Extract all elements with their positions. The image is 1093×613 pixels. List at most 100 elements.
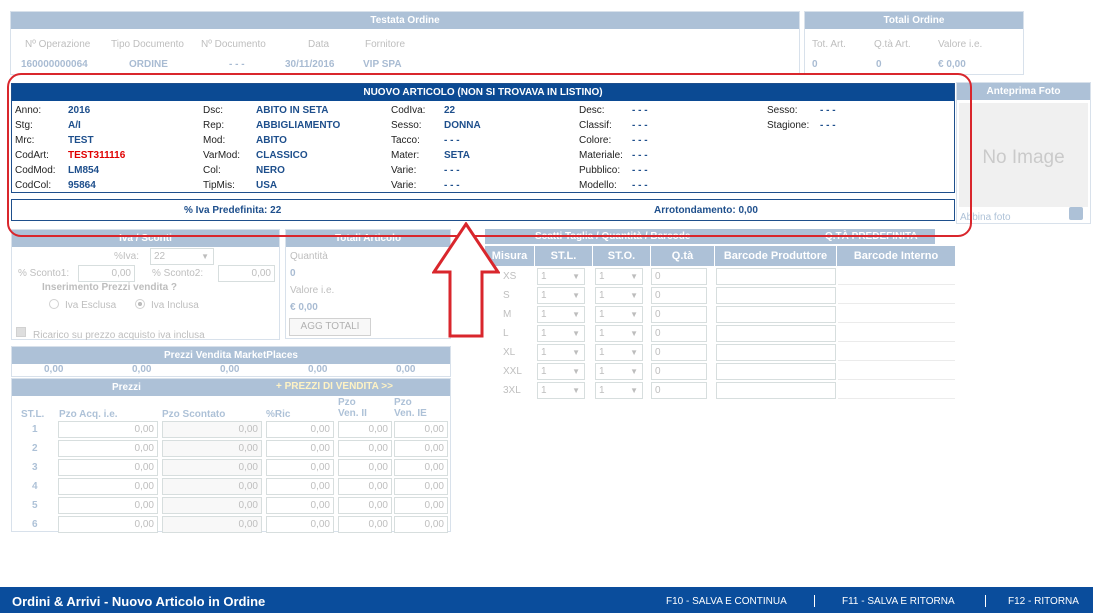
prezzi-title-text: Prezzi — [112, 382, 141, 393]
taglia-stl-value: 1 — [541, 290, 547, 301]
taglie-header: ST.L. — [535, 246, 592, 266]
quantita-value: 0 — [290, 268, 296, 279]
barcode-produttore-input[interactable] — [716, 363, 836, 380]
prezzi-input[interactable]: 0,00 — [162, 440, 262, 457]
taglia-sto-select[interactable]: 1 ▼ — [595, 268, 643, 285]
prezzi-input[interactable]: 0,00 — [162, 421, 262, 438]
prezzi-input[interactable]: 0,00 — [162, 478, 262, 495]
prezzi-input[interactable]: 0,00 — [266, 497, 334, 514]
taglia-qta-input[interactable]: 0 — [651, 287, 707, 304]
prezzi-input[interactable]: 0,00 — [394, 440, 448, 457]
prezzi-vendita-link[interactable]: + PREZZI DI VENDITA >> — [276, 381, 393, 392]
taglia-misura: XXL — [503, 366, 522, 377]
taglia-sto-select[interactable]: 1 ▼ — [595, 363, 643, 380]
prezzi-input[interactable]: 0,00 — [162, 459, 262, 476]
chevron-down-icon: ▼ — [630, 272, 638, 281]
taglia-sto-select[interactable]: 1 ▼ — [595, 287, 643, 304]
prezzi-input[interactable]: 0,00 — [338, 459, 392, 476]
sconto1-input[interactable]: 0,00 — [78, 265, 135, 282]
taglia-stl-select[interactable]: 1 ▼ — [537, 344, 585, 361]
iva-sconti-panel: Iva / Sconti %Iva: 22 ▼ % Sconto1: 0,00 … — [11, 229, 280, 341]
marketplaces-title: Prezzi Vendita MarketPlaces — [12, 347, 450, 364]
prezzi-input[interactable]: 0,00 — [58, 440, 158, 457]
taglia-qta-input[interactable]: 0 — [651, 382, 707, 399]
taglia-stl-select[interactable]: 1 ▼ — [537, 382, 585, 399]
taglia-stl-select[interactable]: 1 ▼ — [537, 306, 585, 323]
prezzi-input[interactable]: 0,00 — [58, 516, 158, 533]
taglia-qta-input[interactable]: 0 — [651, 344, 707, 361]
barcode-produttore-input[interactable] — [716, 344, 836, 361]
prezzi-input[interactable]: 0,00 — [58, 478, 158, 495]
f11-salva-ritorna-button[interactable]: F11 - SALVA E RITORNA — [842, 596, 955, 607]
iva-select[interactable]: 22 ▼ — [150, 248, 214, 265]
up-arrow-icon — [432, 222, 500, 338]
prezzi-input[interactable]: 0,00 — [266, 516, 334, 533]
prezzi-input[interactable]: 0,00 — [266, 478, 334, 495]
ricarico-checkbox[interactable] — [16, 327, 26, 337]
prezzi-input[interactable]: 0,00 — [394, 421, 448, 438]
footer-separator — [814, 595, 815, 607]
prezzi-input[interactable]: 0,00 — [394, 516, 448, 533]
barcode-interno-cell — [838, 344, 955, 361]
sconto2-input[interactable]: 0,00 — [218, 265, 275, 282]
iva-select-value: 22 — [154, 251, 166, 262]
chevron-down-icon: ▼ — [572, 329, 580, 338]
prezzi-input[interactable]: 0,00 — [394, 497, 448, 514]
prezzi-input[interactable]: 0,00 — [338, 497, 392, 514]
testata-ordine-title: Testata Ordine — [11, 12, 799, 29]
value-data: 30/11/2016 — [285, 59, 335, 70]
prezzi-input[interactable]: 0,00 — [338, 440, 392, 457]
taglia-misura: XL — [503, 347, 516, 358]
value-num-documento: - - - — [229, 59, 245, 70]
taglia-sto-select[interactable]: 1 ▼ — [595, 306, 643, 323]
prezzi-input[interactable]: 0,00 — [338, 516, 392, 533]
taglia-stl-select[interactable]: 1 ▼ — [537, 268, 585, 285]
taglia-misura: S — [503, 290, 510, 301]
prezzi-input[interactable]: 0,00 — [266, 440, 334, 457]
taglia-sto-select[interactable]: 1 ▼ — [595, 325, 643, 342]
prezzi-input[interactable]: 0,00 — [266, 421, 334, 438]
prezzi-input[interactable]: 0,00 — [162, 516, 262, 533]
chevron-down-icon: ▼ — [630, 329, 638, 338]
prezzi-input[interactable]: 0,00 — [58, 459, 158, 476]
iva-label: %Iva: — [114, 251, 140, 262]
prezzi-input[interactable]: 0,00 — [394, 478, 448, 495]
quantita-label: Quantità — [290, 251, 328, 262]
prezzi-input[interactable]: 0,00 — [338, 478, 392, 495]
prezzi-input[interactable]: 0,00 — [58, 421, 158, 438]
barcode-produttore-input[interactable] — [716, 382, 836, 399]
radio-iva-inclusa[interactable] — [135, 299, 145, 309]
taglia-qta-input[interactable]: 0 — [651, 363, 707, 380]
header-tot-art: Tot. Art. — [812, 39, 846, 50]
barcode-produttore-input[interactable] — [716, 268, 836, 285]
f10-salva-continua-button[interactable]: F10 - SALVA E CONTINUA — [666, 596, 787, 607]
barcode-produttore-input[interactable] — [716, 287, 836, 304]
taglia-misura: L — [503, 328, 509, 339]
taglia-sto-select[interactable]: 1 ▼ — [595, 382, 643, 399]
prezzi-input[interactable]: 0,00 — [338, 421, 392, 438]
prezzi-input[interactable]: 0,00 — [58, 497, 158, 514]
taglia-sto-select[interactable]: 1 ▼ — [595, 344, 643, 361]
camera-icon[interactable] — [1069, 207, 1083, 220]
taglia-qta-input[interactable]: 0 — [651, 325, 707, 342]
barcode-produttore-input[interactable] — [716, 306, 836, 323]
taglia-stl-value: 1 — [541, 328, 547, 339]
prezzi-input[interactable]: 0,00 — [162, 497, 262, 514]
totali-ordine-title: Totali Ordine — [805, 12, 1023, 29]
ricarico-label: Ricarico su prezzo acquisto iva inclusa — [33, 330, 205, 341]
chevron-down-icon: ▼ — [572, 291, 580, 300]
value-num-operazione: 160000000064 — [21, 59, 88, 70]
taglia-stl-select[interactable]: 1 ▼ — [537, 325, 585, 342]
barcode-produttore-input[interactable] — [716, 325, 836, 342]
f12-ritorna-button[interactable]: F12 - RITORNA — [1008, 596, 1079, 607]
taglia-qta-input[interactable]: 0 — [651, 306, 707, 323]
header-fornitore: Fornitore — [365, 39, 406, 50]
agg-totali-button[interactable]: AGG TOTALI — [289, 318, 371, 336]
valore-label: Valore i.e. — [290, 285, 335, 296]
prezzi-input[interactable]: 0,00 — [394, 459, 448, 476]
taglia-qta-input[interactable]: 0 — [651, 268, 707, 285]
radio-iva-esclusa[interactable] — [49, 299, 59, 309]
taglia-stl-select[interactable]: 1 ▼ — [537, 287, 585, 304]
prezzi-input[interactable]: 0,00 — [266, 459, 334, 476]
taglia-stl-select[interactable]: 1 ▼ — [537, 363, 585, 380]
